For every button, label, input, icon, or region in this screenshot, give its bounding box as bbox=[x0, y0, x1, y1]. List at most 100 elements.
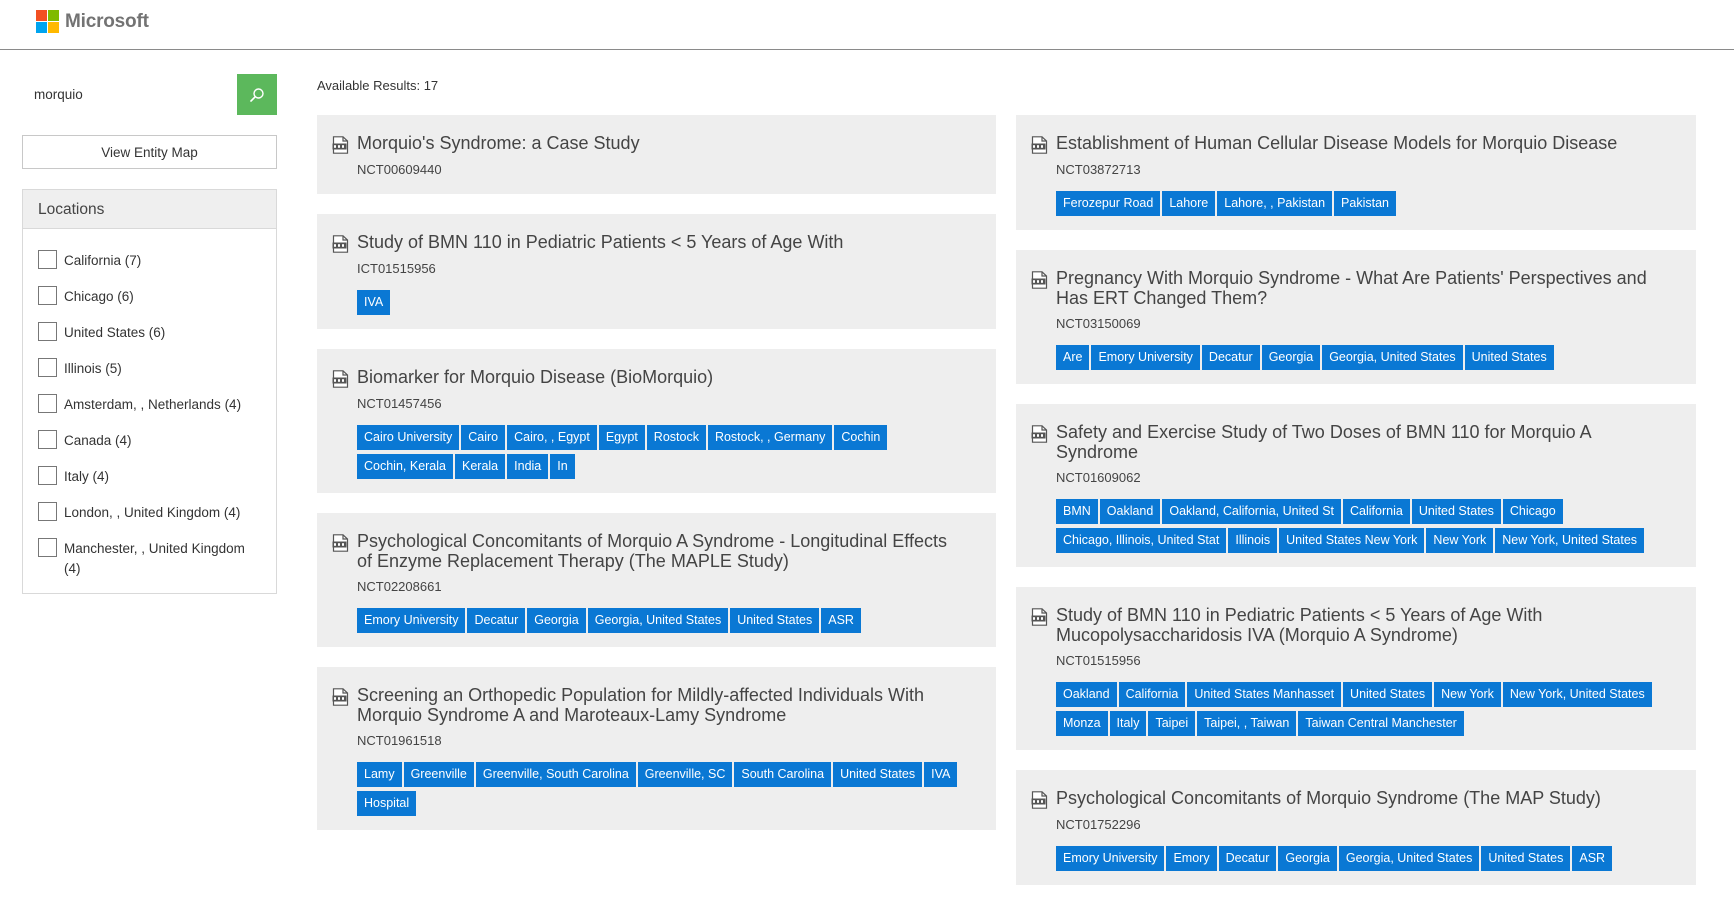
entity-tag[interactable]: Monza bbox=[1056, 711, 1108, 736]
entity-tag[interactable]: United States bbox=[833, 762, 923, 787]
entity-tag[interactable]: BMN bbox=[1056, 499, 1098, 524]
entity-tag[interactable]: Emory bbox=[1166, 846, 1217, 871]
result-title-link[interactable]: Morquio's Syndrome: a Case Study bbox=[357, 133, 640, 153]
result-title-link[interactable]: Study of BMN 110 in Pediatric Patients <… bbox=[1056, 605, 1656, 645]
checkbox[interactable] bbox=[38, 430, 57, 449]
entity-tag[interactable]: United States bbox=[1411, 499, 1501, 524]
entity-tag[interactable]: Georgia bbox=[1261, 345, 1321, 370]
entity-tag[interactable]: Georgia, United States bbox=[1322, 345, 1463, 370]
entity-tag[interactable]: India bbox=[507, 454, 549, 479]
search-input[interactable] bbox=[22, 74, 236, 115]
entity-tag[interactable]: Rostock, , Germany bbox=[707, 425, 833, 450]
entity-tag[interactable]: Greenville, SC bbox=[637, 762, 733, 787]
result-card[interactable]: Psychological Concomitants of Morquio Sy… bbox=[1016, 770, 1696, 885]
result-card[interactable]: Screening an Orthopedic Population for M… bbox=[317, 667, 996, 830]
entity-tag[interactable]: Georgia, United States bbox=[587, 608, 729, 633]
entity-tag[interactable]: IVA bbox=[924, 762, 958, 787]
entity-tag[interactable]: New York, United States bbox=[1502, 682, 1652, 707]
entity-tag[interactable]: Are bbox=[1056, 345, 1090, 370]
result-card[interactable]: Psychological Concomitants of Morquio A … bbox=[317, 513, 996, 647]
checkbox[interactable] bbox=[38, 322, 57, 341]
entity-tag[interactable]: Georgia, United States bbox=[1338, 846, 1480, 871]
checkbox[interactable] bbox=[38, 394, 57, 413]
microsoft-brand[interactable]: Microsoft bbox=[36, 10, 149, 33]
entity-tag[interactable]: Oakland, California, United St bbox=[1162, 499, 1342, 524]
checkbox[interactable] bbox=[38, 502, 57, 521]
entity-tag[interactable]: Rostock bbox=[646, 425, 706, 450]
entity-tag[interactable]: California bbox=[1343, 499, 1410, 524]
entity-tag[interactable]: Illinois bbox=[1228, 528, 1278, 553]
entity-tag[interactable]: Taiwan Central Manchester bbox=[1298, 711, 1464, 736]
entity-tag[interactable]: Emory University bbox=[1091, 345, 1200, 370]
result-card[interactable]: Biomarker for Morquio Disease (BioMorqui… bbox=[317, 349, 996, 493]
result-title-link[interactable]: Biomarker for Morquio Disease (BioMorqui… bbox=[357, 367, 713, 387]
entity-tag[interactable]: Decatur bbox=[467, 608, 526, 633]
entity-tag[interactable]: United States New York bbox=[1279, 528, 1425, 553]
result-card[interactable]: Study of BMN 110 in Pediatric Patients <… bbox=[1016, 587, 1696, 750]
result-title-link[interactable]: Screening an Orthopedic Population for M… bbox=[357, 685, 957, 725]
entity-tag[interactable]: Chicago bbox=[1502, 499, 1563, 524]
entity-tag[interactable]: Emory University bbox=[1056, 846, 1165, 871]
entity-tag[interactable]: Emory University bbox=[357, 608, 466, 633]
entity-tag[interactable]: Cairo, , Egypt bbox=[507, 425, 597, 450]
checkbox[interactable] bbox=[38, 358, 57, 377]
checkbox[interactable] bbox=[38, 538, 57, 557]
entity-tag[interactable]: United States bbox=[730, 608, 820, 633]
result-title-link[interactable]: Psychological Concomitants of Morquio A … bbox=[357, 531, 957, 571]
entity-tag[interactable]: Oakland bbox=[1056, 682, 1117, 707]
entity-tag[interactable]: Lamy bbox=[357, 762, 402, 787]
result-title-link[interactable]: Pregnancy With Morquio Syndrome - What A… bbox=[1056, 268, 1656, 308]
entity-tag[interactable]: Ferozepur Road bbox=[1056, 191, 1161, 216]
entity-tag[interactable]: Taipei, , Taiwan bbox=[1197, 711, 1297, 736]
entity-tag[interactable]: United States bbox=[1343, 682, 1433, 707]
entity-tag[interactable]: Georgia bbox=[1278, 846, 1337, 871]
entity-tag[interactable]: Chicago, Illinois, United Stat bbox=[1056, 528, 1227, 553]
entity-tag[interactable]: United States bbox=[1481, 846, 1571, 871]
result-title-link[interactable]: Study of BMN 110 in Pediatric Patients <… bbox=[357, 232, 843, 252]
search-button[interactable] bbox=[237, 74, 277, 115]
entity-tag[interactable]: Pakistan bbox=[1334, 191, 1396, 216]
entity-tag[interactable]: Italy bbox=[1109, 711, 1147, 736]
location-filter-item[interactable]: London, , United Kingdom (4) bbox=[38, 502, 276, 539]
entity-tag[interactable]: Cairo bbox=[461, 425, 506, 450]
entity-tag[interactable]: United States Manhasset bbox=[1187, 682, 1342, 707]
location-filter-item[interactable]: United States (6) bbox=[38, 322, 276, 359]
result-card[interactable]: Pregnancy With Morquio Syndrome - What A… bbox=[1016, 250, 1696, 384]
entity-tag[interactable]: Hospital bbox=[357, 791, 417, 816]
location-filter-item[interactable]: Manchester, , United Kingdom (4) bbox=[38, 538, 276, 579]
entity-tag[interactable]: Kerala bbox=[455, 454, 506, 479]
entity-tag[interactable]: United States bbox=[1464, 345, 1554, 370]
entity-tag[interactable]: IVA bbox=[357, 290, 391, 315]
entity-tag[interactable]: Greenville, South Carolina bbox=[475, 762, 636, 787]
checkbox[interactable] bbox=[38, 286, 57, 305]
location-filter-item[interactable]: Italy (4) bbox=[38, 466, 276, 503]
entity-tag[interactable]: Decatur bbox=[1218, 846, 1277, 871]
location-filter-item[interactable]: Chicago (6) bbox=[38, 286, 276, 323]
checkbox[interactable] bbox=[38, 466, 57, 485]
entity-tag[interactable]: Decatur bbox=[1201, 345, 1260, 370]
location-filter-item[interactable]: California (7) bbox=[38, 250, 276, 287]
location-filter-item[interactable]: Illinois (5) bbox=[38, 358, 276, 395]
entity-tag[interactable]: Taipei bbox=[1148, 711, 1196, 736]
location-filter-item[interactable]: Amsterdam, , Netherlands (4) bbox=[38, 394, 276, 431]
entity-tag[interactable]: South Carolina bbox=[734, 762, 832, 787]
entity-tag[interactable]: Greenville bbox=[403, 762, 474, 787]
result-card[interactable]: Morquio's Syndrome: a Case Study NCT00609… bbox=[317, 115, 996, 194]
entity-tag[interactable]: Georgia bbox=[527, 608, 586, 633]
entity-tag[interactable]: ASR bbox=[821, 608, 861, 633]
result-card[interactable]: Study of BMN 110 in Pediatric Patients <… bbox=[317, 214, 996, 329]
view-entity-map-button[interactable]: View Entity Map bbox=[22, 135, 277, 169]
entity-tag[interactable]: Egypt bbox=[598, 425, 645, 450]
entity-tag[interactable]: Cairo University bbox=[357, 425, 460, 450]
entity-tag[interactable]: Cochin bbox=[834, 425, 888, 450]
location-filter-item[interactable]: Canada (4) bbox=[38, 430, 276, 467]
entity-tag[interactable]: ASR bbox=[1572, 846, 1613, 871]
entity-tag[interactable]: Lahore, , Pakistan bbox=[1217, 191, 1333, 216]
result-title-link[interactable]: Safety and Exercise Study of Two Doses o… bbox=[1056, 422, 1656, 462]
entity-tag[interactable]: New York, United States bbox=[1495, 528, 1645, 553]
entity-tag[interactable]: Cochin, Kerala bbox=[357, 454, 453, 479]
entity-tag[interactable]: Lahore bbox=[1162, 191, 1216, 216]
entity-tag[interactable]: California bbox=[1118, 682, 1186, 707]
entity-tag[interactable]: New York bbox=[1434, 682, 1501, 707]
checkbox[interactable] bbox=[38, 250, 57, 269]
